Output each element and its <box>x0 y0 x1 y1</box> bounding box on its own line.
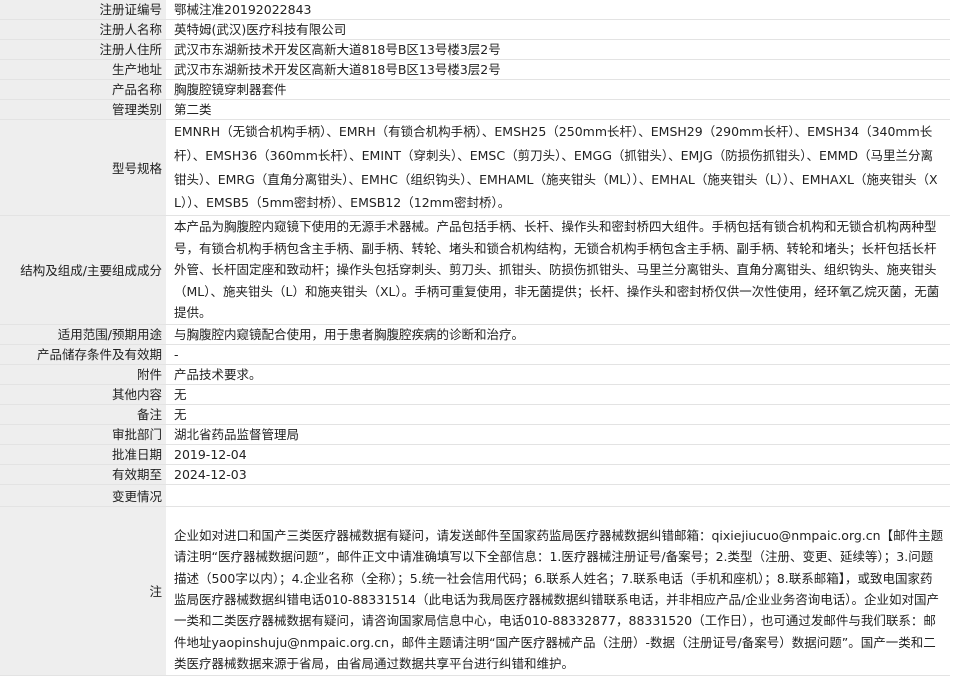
field-label: 结构及组成/主要组成成分 <box>0 215 166 325</box>
notice-text: 企业如对进口和国产三类医疗器械数据有疑问，请发送邮件至国家药监局医疗器械数据纠错… <box>174 527 944 672</box>
approval-date-value: 2019-12-04 <box>166 444 950 465</box>
intended-use-value: 与胸腹腔内窥镜配合使用，用于患者胸腹腔疾病的诊断和治疗。 <box>166 324 950 345</box>
row-structure-composition: 结构及组成/主要组成成分 本产品为胸腹腔内窥镜下使用的无源手术器械。产品包括手柄… <box>0 215 950 325</box>
field-label: 管理类别 <box>0 99 166 120</box>
change-status-value <box>166 484 950 507</box>
field-label: 适用范围/预期用途 <box>0 324 166 345</box>
field-label: 注册人名称 <box>0 19 166 40</box>
row-intended-use: 适用范围/预期用途 与胸腹腔内窥镜配合使用，用于患者胸腹腔疾病的诊断和治疗。 <box>0 324 950 345</box>
registration-info-table: 注册证编号 鄂械注准20192022843 注册人名称 英特姆(武汉)医疗科技有… <box>0 0 950 676</box>
production-address-value: 武汉市东湖新技术开发区高新大道818号B区13号楼3层2号 <box>166 59 950 80</box>
row-valid-until: 有效期至 2024-12-03 <box>0 464 950 485</box>
row-remarks: 备注 无 <box>0 404 950 425</box>
field-label: 附件 <box>0 364 166 385</box>
notice-spacer <box>174 507 944 525</box>
field-label: 型号规格 <box>0 119 166 217</box>
field-label: 注 <box>0 506 166 676</box>
row-registration-number: 注册证编号 鄂械注准20192022843 <box>0 0 950 20</box>
row-notice: 注 企业如对进口和国产三类医疗器械数据有疑问，请发送邮件至国家药监局医疗器械数据… <box>0 506 950 676</box>
field-label: 审批部门 <box>0 424 166 445</box>
other-content-value: 无 <box>166 384 950 405</box>
attachment-value: 产品技术要求。 <box>166 364 950 385</box>
row-storage-validity: 产品储存条件及有效期 - <box>0 344 950 365</box>
model-spec-value: EMNRH（无锁合机构手柄）、EMRH（有锁合机构手柄）、EMSH25（250m… <box>166 119 950 217</box>
management-category-value: 第二类 <box>166 99 950 120</box>
row-other-content: 其他内容 无 <box>0 384 950 405</box>
valid-until-value: 2024-12-03 <box>166 464 950 485</box>
row-attachment: 附件 产品技术要求。 <box>0 364 950 385</box>
field-label: 批准日期 <box>0 444 166 465</box>
field-label: 产品储存条件及有效期 <box>0 344 166 365</box>
field-label: 有效期至 <box>0 464 166 485</box>
registrant-name-value: 英特姆(武汉)医疗科技有限公司 <box>166 19 950 40</box>
row-approval-department: 审批部门 湖北省药品监督管理局 <box>0 424 950 445</box>
row-approval-date: 批准日期 2019-12-04 <box>0 444 950 465</box>
row-registrant-address: 注册人住所 武汉市东湖新技术开发区高新大道818号B区13号楼3层2号 <box>0 39 950 60</box>
field-label: 生产地址 <box>0 59 166 80</box>
registrant-address-value: 武汉市东湖新技术开发区高新大道818号B区13号楼3层2号 <box>166 39 950 60</box>
field-label: 备注 <box>0 404 166 425</box>
field-label: 其他内容 <box>0 384 166 405</box>
storage-validity-value: - <box>166 344 950 365</box>
approval-department-value: 湖北省药品监督管理局 <box>166 424 950 445</box>
notice-value: 企业如对进口和国产三类医疗器械数据有疑问，请发送邮件至国家药监局医疗器械数据纠错… <box>166 506 950 676</box>
remarks-value: 无 <box>166 404 950 425</box>
row-registrant-name: 注册人名称 英特姆(武汉)医疗科技有限公司 <box>0 19 950 40</box>
field-label: 注册人住所 <box>0 39 166 60</box>
row-change-status: 变更情况 <box>0 484 950 507</box>
registration-number-value: 鄂械注准20192022843 <box>166 0 950 20</box>
field-label: 变更情况 <box>0 484 166 507</box>
structure-composition-value: 本产品为胸腹腔内窥镜下使用的无源手术器械。产品包括手柄、长杆、操作头和密封桥四大… <box>166 215 950 325</box>
field-label: 产品名称 <box>0 79 166 100</box>
row-management-category: 管理类别 第二类 <box>0 99 950 120</box>
row-product-name: 产品名称 胸腹腔镜穿刺器套件 <box>0 79 950 100</box>
field-label: 注册证编号 <box>0 0 166 20</box>
row-production-address: 生产地址 武汉市东湖新技术开发区高新大道818号B区13号楼3层2号 <box>0 59 950 80</box>
product-name-value: 胸腹腔镜穿刺器套件 <box>166 79 950 100</box>
row-model-spec: 型号规格 EMNRH（无锁合机构手柄）、EMRH（有锁合机构手柄）、EMSH25… <box>0 119 950 217</box>
